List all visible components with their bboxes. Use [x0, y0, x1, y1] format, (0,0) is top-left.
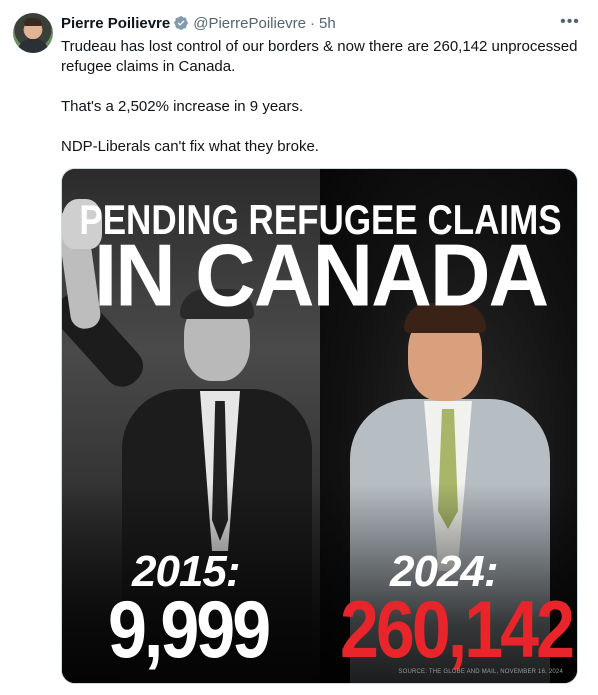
- verified-badge-icon[interactable]: [173, 15, 189, 31]
- author-handle[interactable]: @PierrePoilievre: [193, 15, 306, 32]
- avatar-suit: [17, 39, 49, 53]
- avatar[interactable]: [13, 13, 53, 53]
- more-options-icon[interactable]: •••: [558, 10, 582, 34]
- image-source-caption: SOURCE: THE GLOBE AND MAIL, NOVEMBER 16,…: [398, 669, 563, 675]
- tweet-header: Pierre Poilievre @PierrePoilievre · 5h: [61, 13, 336, 33]
- author-name[interactable]: Pierre Poilievre: [61, 15, 170, 32]
- tweet-text-line: That's a 2,502% increase in 9 years.: [61, 98, 304, 115]
- tweet-image[interactable]: PENDING REFUGEE CLAIMS IN CANADA 2015: 9…: [61, 168, 578, 684]
- separator-dot: ·: [310, 14, 315, 32]
- tweet[interactable]: Pierre Poilievre @PierrePoilievre · 5h •…: [0, 0, 598, 695]
- tweet-text-line: NDP-Liberals can't fix what they broke.: [61, 138, 319, 155]
- image-headline-main: IN CANADA: [93, 225, 549, 325]
- timestamp[interactable]: 5h: [319, 15, 336, 32]
- avatar-hair: [24, 18, 42, 26]
- tweet-text-line: Trudeau has lost control of our borders …: [61, 38, 578, 75]
- right-claims-value: 260,142: [340, 584, 575, 675]
- left-claims-value: 9,999: [108, 584, 271, 675]
- tweet-text: Trudeau has lost control of our borders …: [61, 37, 581, 157]
